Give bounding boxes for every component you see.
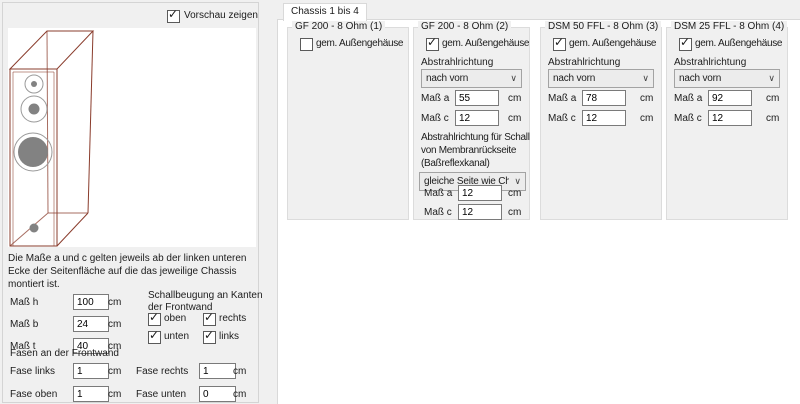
chassis-3-shared-enclosure-checkbox[interactable] bbox=[553, 38, 566, 51]
chassis-3-direction-value: nach vorn bbox=[553, 73, 637, 84]
fase-links-input[interactable] bbox=[73, 363, 109, 379]
chassis-3-mass-c-label: Maß c bbox=[548, 113, 576, 124]
chassis-4-direction-combobox[interactable]: nach vorn ∨ bbox=[674, 69, 780, 88]
speaker-preview bbox=[8, 28, 256, 247]
fase-rechts-input[interactable] bbox=[199, 363, 236, 379]
chassis-1-shared-enclosure-label: gem. Außengehäuse bbox=[316, 38, 403, 49]
chassis-2-shared-enclosure-checkbox[interactable] bbox=[426, 38, 439, 51]
tab-chassis-1-bis-4[interactable]: Chassis 1 bis 4 bbox=[283, 3, 367, 21]
chassis-3-mass-c-unit: cm bbox=[640, 113, 653, 124]
vorschau-zeigen-checkbox[interactable] bbox=[167, 10, 180, 23]
chassis-2-direction-value: nach vorn bbox=[426, 73, 505, 84]
mass-h-input[interactable] bbox=[73, 294, 109, 310]
fase-rechts-label: Fase rechts bbox=[136, 366, 188, 377]
diffraction-rechts-checkbox[interactable] bbox=[203, 313, 216, 326]
chassis-3-direction-label: Abstrahlrichtung bbox=[548, 57, 620, 68]
chamfers-title: Fasen an der Frontwand bbox=[10, 348, 119, 359]
chassis-2-shared-enclosure-label: gem. Außengehäuse bbox=[442, 38, 529, 49]
measurement-note: Die Maße a und c gelten jeweils ab der l… bbox=[8, 252, 254, 291]
chevron-down-icon: ∨ bbox=[510, 73, 517, 84]
app-window: Vorschau zeigen bbox=[0, 0, 800, 404]
chassis-2-rear-mass-a-label: Maß a bbox=[424, 188, 452, 199]
diffraction-links-label: links bbox=[219, 331, 239, 342]
chassis-3-mass-a-label: Maß a bbox=[548, 93, 576, 104]
fase-oben-unit: cm bbox=[108, 389, 121, 400]
chevron-down-icon: ∨ bbox=[768, 73, 775, 84]
fase-oben-input[interactable] bbox=[73, 386, 109, 402]
chassis-2-mass-c-label: Maß c bbox=[421, 113, 449, 124]
chassis-2-rear-mass-a-input[interactable] bbox=[458, 185, 502, 201]
chassis-3-groupbox: DSM 50 FFL - 8 Ohm (3) gem. Außengehäuse… bbox=[540, 27, 662, 220]
chassis-2-rear-label-line3: (Baßreflexkanal) bbox=[421, 158, 490, 169]
fase-unten-input[interactable] bbox=[199, 386, 236, 402]
chassis-2-mass-a-input[interactable] bbox=[455, 90, 499, 106]
chassis-4-mass-a-input[interactable] bbox=[708, 90, 752, 106]
chassis-4-groupbox: DSM 25 FFL - 8 Ohm (4) gem. Außengehäuse… bbox=[666, 27, 788, 220]
diffraction-unten-checkbox[interactable] bbox=[148, 331, 161, 344]
chassis-4-mass-c-label: Maß c bbox=[674, 113, 702, 124]
chassis-3-direction-combobox[interactable]: nach vorn ∨ bbox=[548, 69, 654, 88]
chassis-4-direction-value: nach vorn bbox=[679, 73, 763, 84]
chassis-2-direction-combobox[interactable]: nach vorn ∨ bbox=[421, 69, 522, 88]
fase-unten-label: Fase unten bbox=[136, 389, 186, 400]
chassis-3-mass-c-input[interactable] bbox=[582, 110, 626, 126]
fase-unten-unit: cm bbox=[233, 389, 246, 400]
chassis-3-shared-enclosure-label: gem. Außengehäuse bbox=[569, 38, 656, 49]
chassis-2-direction-label: Abstrahlrichtung bbox=[421, 57, 493, 68]
chassis-2-title: GF 200 - 8 Ohm (2) bbox=[418, 21, 511, 32]
mass-h-label: Maß h bbox=[10, 297, 38, 308]
fase-rechts-unit: cm bbox=[233, 366, 246, 377]
chassis-2-rear-mass-a-unit: cm bbox=[508, 188, 521, 199]
chassis-2-mass-a-label: Maß a bbox=[421, 93, 449, 104]
chassis-3-title: DSM 50 FFL - 8 Ohm (3) bbox=[545, 21, 661, 32]
chassis-4-shared-enclosure-checkbox[interactable] bbox=[679, 38, 692, 51]
chassis-2-groupbox: GF 200 - 8 Ohm (2) gem. Außengehäuse Abs… bbox=[413, 27, 530, 220]
fase-links-label: Fase links bbox=[10, 366, 55, 377]
chevron-down-icon: ∨ bbox=[642, 73, 649, 84]
chassis-2-mass-c-input[interactable] bbox=[455, 110, 499, 126]
chassis-1-groupbox: GF 200 - 8 Ohm (1) gem. Außengehäuse bbox=[287, 27, 409, 220]
mass-b-input[interactable] bbox=[73, 316, 109, 332]
chassis-3-mass-a-unit: cm bbox=[640, 93, 653, 104]
chevron-down-icon: ∨ bbox=[514, 176, 521, 187]
chassis-4-mass-a-label: Maß a bbox=[674, 93, 702, 104]
chassis-2-rear-label-line2: von Membranrückseite bbox=[421, 145, 516, 156]
diffraction-rechts-label: rechts bbox=[219, 313, 246, 324]
chassis-2-rear-mass-c-input[interactable] bbox=[458, 204, 502, 220]
driver-circles bbox=[14, 75, 52, 233]
chassis-4-mass-c-unit: cm bbox=[766, 113, 779, 124]
chassis-4-shared-enclosure-label: gem. Außengehäuse bbox=[695, 38, 782, 49]
mass-b-unit: cm bbox=[108, 319, 121, 330]
chassis-2-rear-label-line1: Abstrahlrichtung für Schall bbox=[421, 132, 530, 143]
chassis-2-mass-a-unit: cm bbox=[508, 93, 521, 104]
speaker-wireframe-image bbox=[8, 28, 256, 247]
chassis-1-title: GF 200 - 8 Ohm (1) bbox=[292, 21, 385, 32]
enclosure-panel: Vorschau zeigen bbox=[2, 2, 259, 403]
vorschau-zeigen-label: Vorschau zeigen bbox=[184, 10, 258, 21]
chassis-2-mass-c-unit: cm bbox=[508, 113, 521, 124]
chassis-3-mass-a-input[interactable] bbox=[582, 90, 626, 106]
chassis-4-mass-a-unit: cm bbox=[766, 93, 779, 104]
diffraction-unten-label: unten bbox=[164, 331, 189, 342]
chassis-4-direction-label: Abstrahlrichtung bbox=[674, 57, 746, 68]
diffraction-links-checkbox[interactable] bbox=[203, 331, 216, 344]
diffraction-oben-label: oben bbox=[164, 313, 186, 324]
chassis-2-rear-mass-c-unit: cm bbox=[508, 207, 521, 218]
chassis-4-title: DSM 25 FFL - 8 Ohm (4) bbox=[671, 21, 787, 32]
mass-h-unit: cm bbox=[108, 297, 121, 308]
mass-b-label: Maß b bbox=[10, 319, 38, 330]
fase-oben-label: Fase oben bbox=[10, 389, 57, 400]
chassis-2-rear-mass-c-label: Maß c bbox=[424, 207, 452, 218]
chassis-4-mass-c-input[interactable] bbox=[708, 110, 752, 126]
fase-links-unit: cm bbox=[108, 366, 121, 377]
diffraction-oben-checkbox[interactable] bbox=[148, 313, 161, 326]
chassis-1-shared-enclosure-checkbox[interactable] bbox=[300, 38, 313, 51]
